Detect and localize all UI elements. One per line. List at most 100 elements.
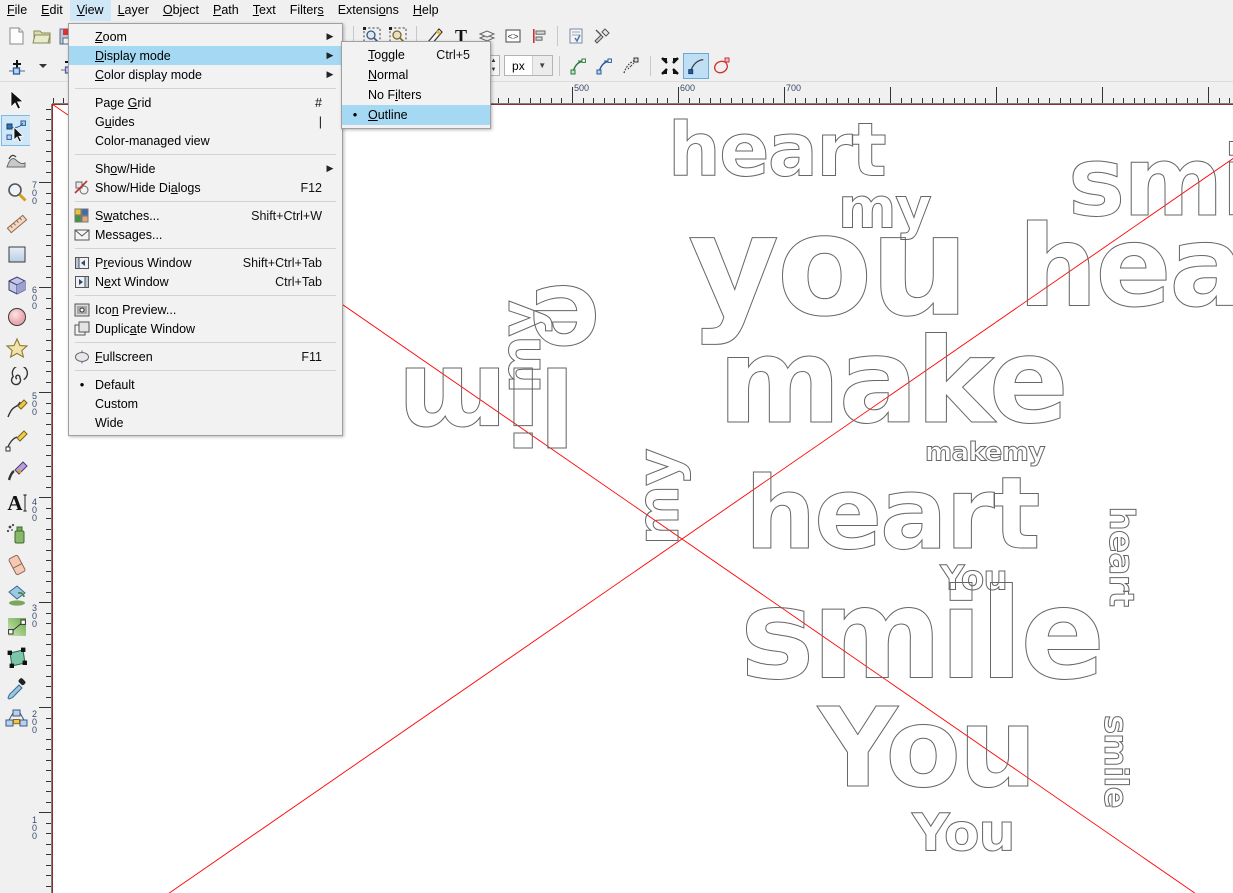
canvas-word[interactable]: heart (745, 455, 1042, 573)
ruler-tick (1187, 98, 1188, 103)
menu-file[interactable]: File (0, 0, 34, 21)
eraser-tool[interactable] (1, 549, 32, 580)
menu-path[interactable]: Path (206, 0, 246, 21)
display-mode-item-outline[interactable]: • Outline (342, 105, 490, 125)
gradient-tool[interactable] (1, 611, 32, 642)
insert-node-icon[interactable] (4, 53, 30, 79)
preferences-icon[interactable] (563, 23, 589, 49)
ruler-tick (519, 98, 520, 103)
ruler-tick (530, 98, 531, 103)
view-menu-item-fullscreen[interactable]: Fullscreen F11 (69, 347, 342, 366)
view-menu-item-next-window[interactable]: Next Window Ctrl+Tab (69, 272, 342, 291)
bezier-pen-tool[interactable] (1, 425, 32, 456)
spray-tool[interactable] (1, 518, 32, 549)
ruler-tick (604, 98, 605, 103)
menu-layer[interactable]: Layer (111, 0, 156, 21)
text-tool[interactable]: A (1, 487, 32, 518)
star-tool[interactable] (1, 332, 32, 363)
canvas-word[interactable]: smile (1097, 714, 1136, 808)
menu-filters[interactable]: Filters (283, 0, 331, 21)
rectangle-tool[interactable] (1, 239, 32, 270)
mesh-gradient-tool[interactable] (1, 642, 32, 673)
tweak-tool[interactable] (1, 146, 32, 177)
ruler-tick (46, 340, 51, 341)
canvas-word[interactable]: my (624, 448, 693, 545)
ruler-tick (46, 865, 51, 866)
menu-view[interactable]: View (69, 0, 111, 21)
paint-bucket-tool[interactable] (1, 580, 32, 611)
ruler-tick (46, 728, 51, 729)
connector-tool[interactable] (1, 704, 32, 735)
show-clip-paths-icon[interactable] (682, 52, 709, 79)
canvas-word[interactable]: You (911, 803, 1017, 864)
ruler-tick (46, 823, 51, 824)
node-fit-drawing-icon[interactable] (657, 53, 683, 79)
new-document-icon[interactable] (3, 23, 29, 49)
vertical-ruler[interactable]: 700 600 500 400 300 200 100 (30, 104, 52, 893)
document-properties-icon[interactable] (589, 23, 615, 49)
show-transform-handles-icon[interactable] (566, 53, 592, 79)
canvas-word[interactable]: my (489, 300, 555, 394)
display-mode-item-toggle[interactable]: Toggle Ctrl+5 (342, 45, 490, 65)
ruler-label: 200 (32, 709, 38, 735)
display-mode-item-normal[interactable]: Normal (342, 65, 490, 85)
view-menu-item-guides[interactable]: Guides | (69, 112, 342, 131)
ruler-tick (742, 98, 743, 103)
view-menu-item-page-grid[interactable]: Page Grid # (69, 93, 342, 112)
ruler-tick (1166, 98, 1167, 103)
ruler-tick (46, 518, 51, 519)
canvas-word[interactable]: make (718, 312, 1070, 451)
align-icon[interactable] (526, 23, 552, 49)
menu-item-accelerator: Ctrl+5 (436, 48, 470, 62)
show-bezier-handles-icon[interactable] (592, 53, 618, 79)
calligraphy-tool[interactable] (1, 456, 32, 487)
view-menu-item-show-hide-dialogs[interactable]: Show/Hide Dialogs F12 (69, 178, 342, 197)
ruler-label: 400 (32, 497, 38, 523)
node-editor-tool[interactable] (1, 115, 32, 146)
view-menu-item-icon-preview[interactable]: Icon Preview... (69, 300, 342, 319)
ruler-tick (46, 403, 51, 404)
menu-extensions[interactable]: Extensions (331, 0, 406, 21)
dropper-tool[interactable] (1, 673, 32, 704)
ruler-tick (46, 581, 51, 582)
measure-tool[interactable] (1, 208, 32, 239)
view-menu-item-messages[interactable]: Messages... (69, 225, 342, 244)
menu-item-label: Toggle (368, 48, 405, 62)
chevron-down-icon[interactable]: ▼ (531, 56, 552, 75)
view-menu-item-wide[interactable]: Wide (69, 413, 342, 432)
open-document-icon[interactable] (29, 23, 55, 49)
ruler-tick (1081, 98, 1082, 103)
canvas-word[interactable]: You (816, 683, 1038, 812)
view-menu-item-color-display-mode[interactable]: Color display mode ▶ (69, 65, 342, 84)
view-menu-item-swatches[interactable]: Swatches... Shift+Ctrl+W (69, 206, 342, 225)
zoom-tool[interactable] (1, 177, 32, 208)
ruler-tick (1038, 98, 1039, 103)
view-menu-item-color-managed-view[interactable]: Color-managed view (69, 131, 342, 150)
view-menu-item-previous-window[interactable]: Previous Window Shift+Ctrl+Tab (69, 253, 342, 272)
menu-object[interactable]: Object (156, 0, 206, 21)
selector-tool[interactable] (1, 84, 32, 115)
menu-edit[interactable]: Edit (34, 0, 70, 21)
unit-selector[interactable]: px ▼ (504, 55, 553, 76)
canvas-word[interactable]: heart (1101, 506, 1142, 607)
menu-help[interactable]: Help (406, 0, 446, 21)
spiral-tool[interactable] (1, 363, 32, 394)
3dbox-tool[interactable] (1, 270, 32, 301)
view-menu-item-custom[interactable]: Custom (69, 394, 342, 413)
xml-editor-icon[interactable]: <> (500, 23, 526, 49)
submenu-arrow-icon: ▶ (326, 31, 334, 41)
view-menu-item-zoom[interactable]: Zoom ▶ (69, 27, 342, 46)
view-menu-item-show-hide[interactable]: Show/Hide ▶ (69, 159, 342, 178)
pencil-tool[interactable] (1, 394, 32, 425)
view-menu-item-display-mode[interactable]: Display mode ▶ (69, 46, 342, 65)
ellipse-tool[interactable] (1, 301, 32, 332)
display-mode-item-no-filters[interactable]: No Filters (342, 85, 490, 105)
menu-text[interactable]: Text (246, 0, 283, 21)
show-mask-paths-icon[interactable] (709, 53, 735, 79)
ruler-tick (932, 98, 933, 103)
ruler-tick (46, 382, 51, 383)
show-path-outline-icon[interactable] (618, 53, 644, 79)
node-dropdown-arrow-icon[interactable] (30, 53, 56, 79)
view-menu-item-duplicate-window[interactable]: Duplicate Window (69, 319, 342, 338)
view-menu-item-default[interactable]: • Default (69, 375, 342, 394)
